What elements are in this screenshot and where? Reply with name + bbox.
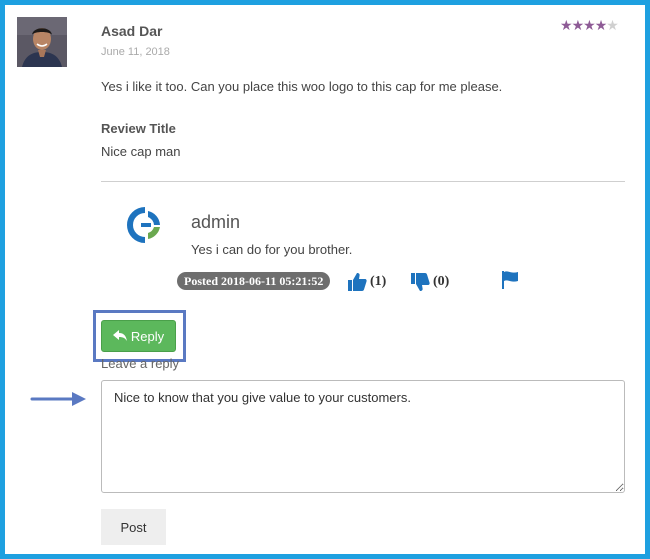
thumbs-up-icon xyxy=(348,273,367,291)
divider xyxy=(101,181,625,182)
star-filled-icon: ★ xyxy=(571,17,585,33)
review-title-label: Review Title xyxy=(101,121,176,136)
star-empty-icon: ★ xyxy=(606,17,619,33)
review-title-value: Nice cap man xyxy=(101,144,181,159)
star-filled-icon: ★ xyxy=(594,17,608,33)
review-text: Yes i like it too. Can you place this wo… xyxy=(101,79,503,94)
reviewer-name: Asad Dar xyxy=(101,23,163,39)
like-button[interactable]: (1) xyxy=(347,271,386,293)
dislike-button[interactable]: (0) xyxy=(410,271,449,293)
review-date: June 11, 2018 xyxy=(101,46,170,58)
reply-button-label: Reply xyxy=(130,328,165,344)
post-button[interactable]: Post xyxy=(101,509,166,545)
reply-author: admin xyxy=(191,212,241,232)
star-filled-icon: ★ xyxy=(560,17,573,33)
admin-logo-icon xyxy=(127,207,163,243)
flag-icon xyxy=(502,271,518,289)
leave-reply-label: Leave a reply xyxy=(101,356,180,371)
flag-button[interactable] xyxy=(500,270,520,295)
posted-date-badge: Posted 2018-06-11 05:21:52 xyxy=(177,272,331,290)
reply-arrow-icon xyxy=(112,330,127,341)
reply-text: Yes i can do for you brother. xyxy=(191,242,353,257)
star-rating: ★★★★★ xyxy=(560,17,619,33)
dislike-count: (0) xyxy=(433,274,450,289)
reviewer-avatar xyxy=(17,17,67,67)
arrow-right-icon xyxy=(30,392,86,406)
star-filled-icon: ★ xyxy=(583,17,596,33)
like-count: (1) xyxy=(370,274,387,289)
reply-button[interactable]: Reply xyxy=(101,320,176,352)
thumbs-down-icon xyxy=(411,273,430,291)
reply-textarea[interactable] xyxy=(101,380,625,493)
